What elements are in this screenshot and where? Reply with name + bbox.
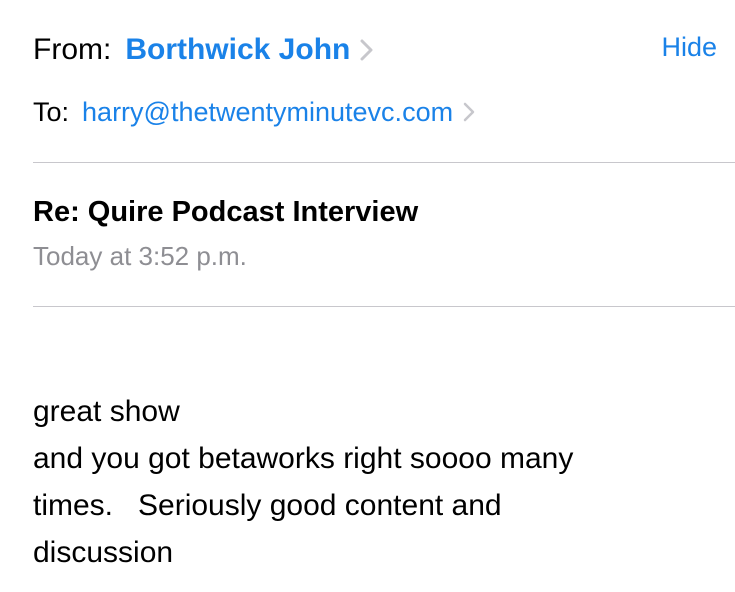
body-line: times. Seriously good content and [33, 489, 502, 522]
sender-name-link[interactable]: Borthwick John [125, 33, 350, 67]
message-subject: Re: Quire Podcast Interview [33, 196, 419, 228]
body-line: discussion [33, 536, 174, 569]
body-line: and you got betaworks right soooo many [33, 442, 574, 475]
message-date: Today at 3:52 p.m. [33, 241, 247, 271]
recipient-address-link[interactable]: harry@thetwentyminutevc.com [82, 97, 453, 128]
subject-divider [33, 306, 735, 307]
to-row: To: harry@thetwentyminutevc.com [33, 94, 475, 130]
chevron-right-icon[interactable] [360, 39, 373, 61]
header-divider [33, 162, 735, 163]
from-label: From: [33, 33, 112, 66]
chevron-right-icon[interactable] [463, 102, 475, 122]
message-body: great show and you got betaworks right s… [33, 388, 713, 576]
to-label: To: [33, 96, 70, 127]
from-row: From: Borthwick John [33, 30, 373, 70]
body-line: great show [33, 395, 180, 428]
hide-button[interactable]: Hide [661, 32, 717, 63]
